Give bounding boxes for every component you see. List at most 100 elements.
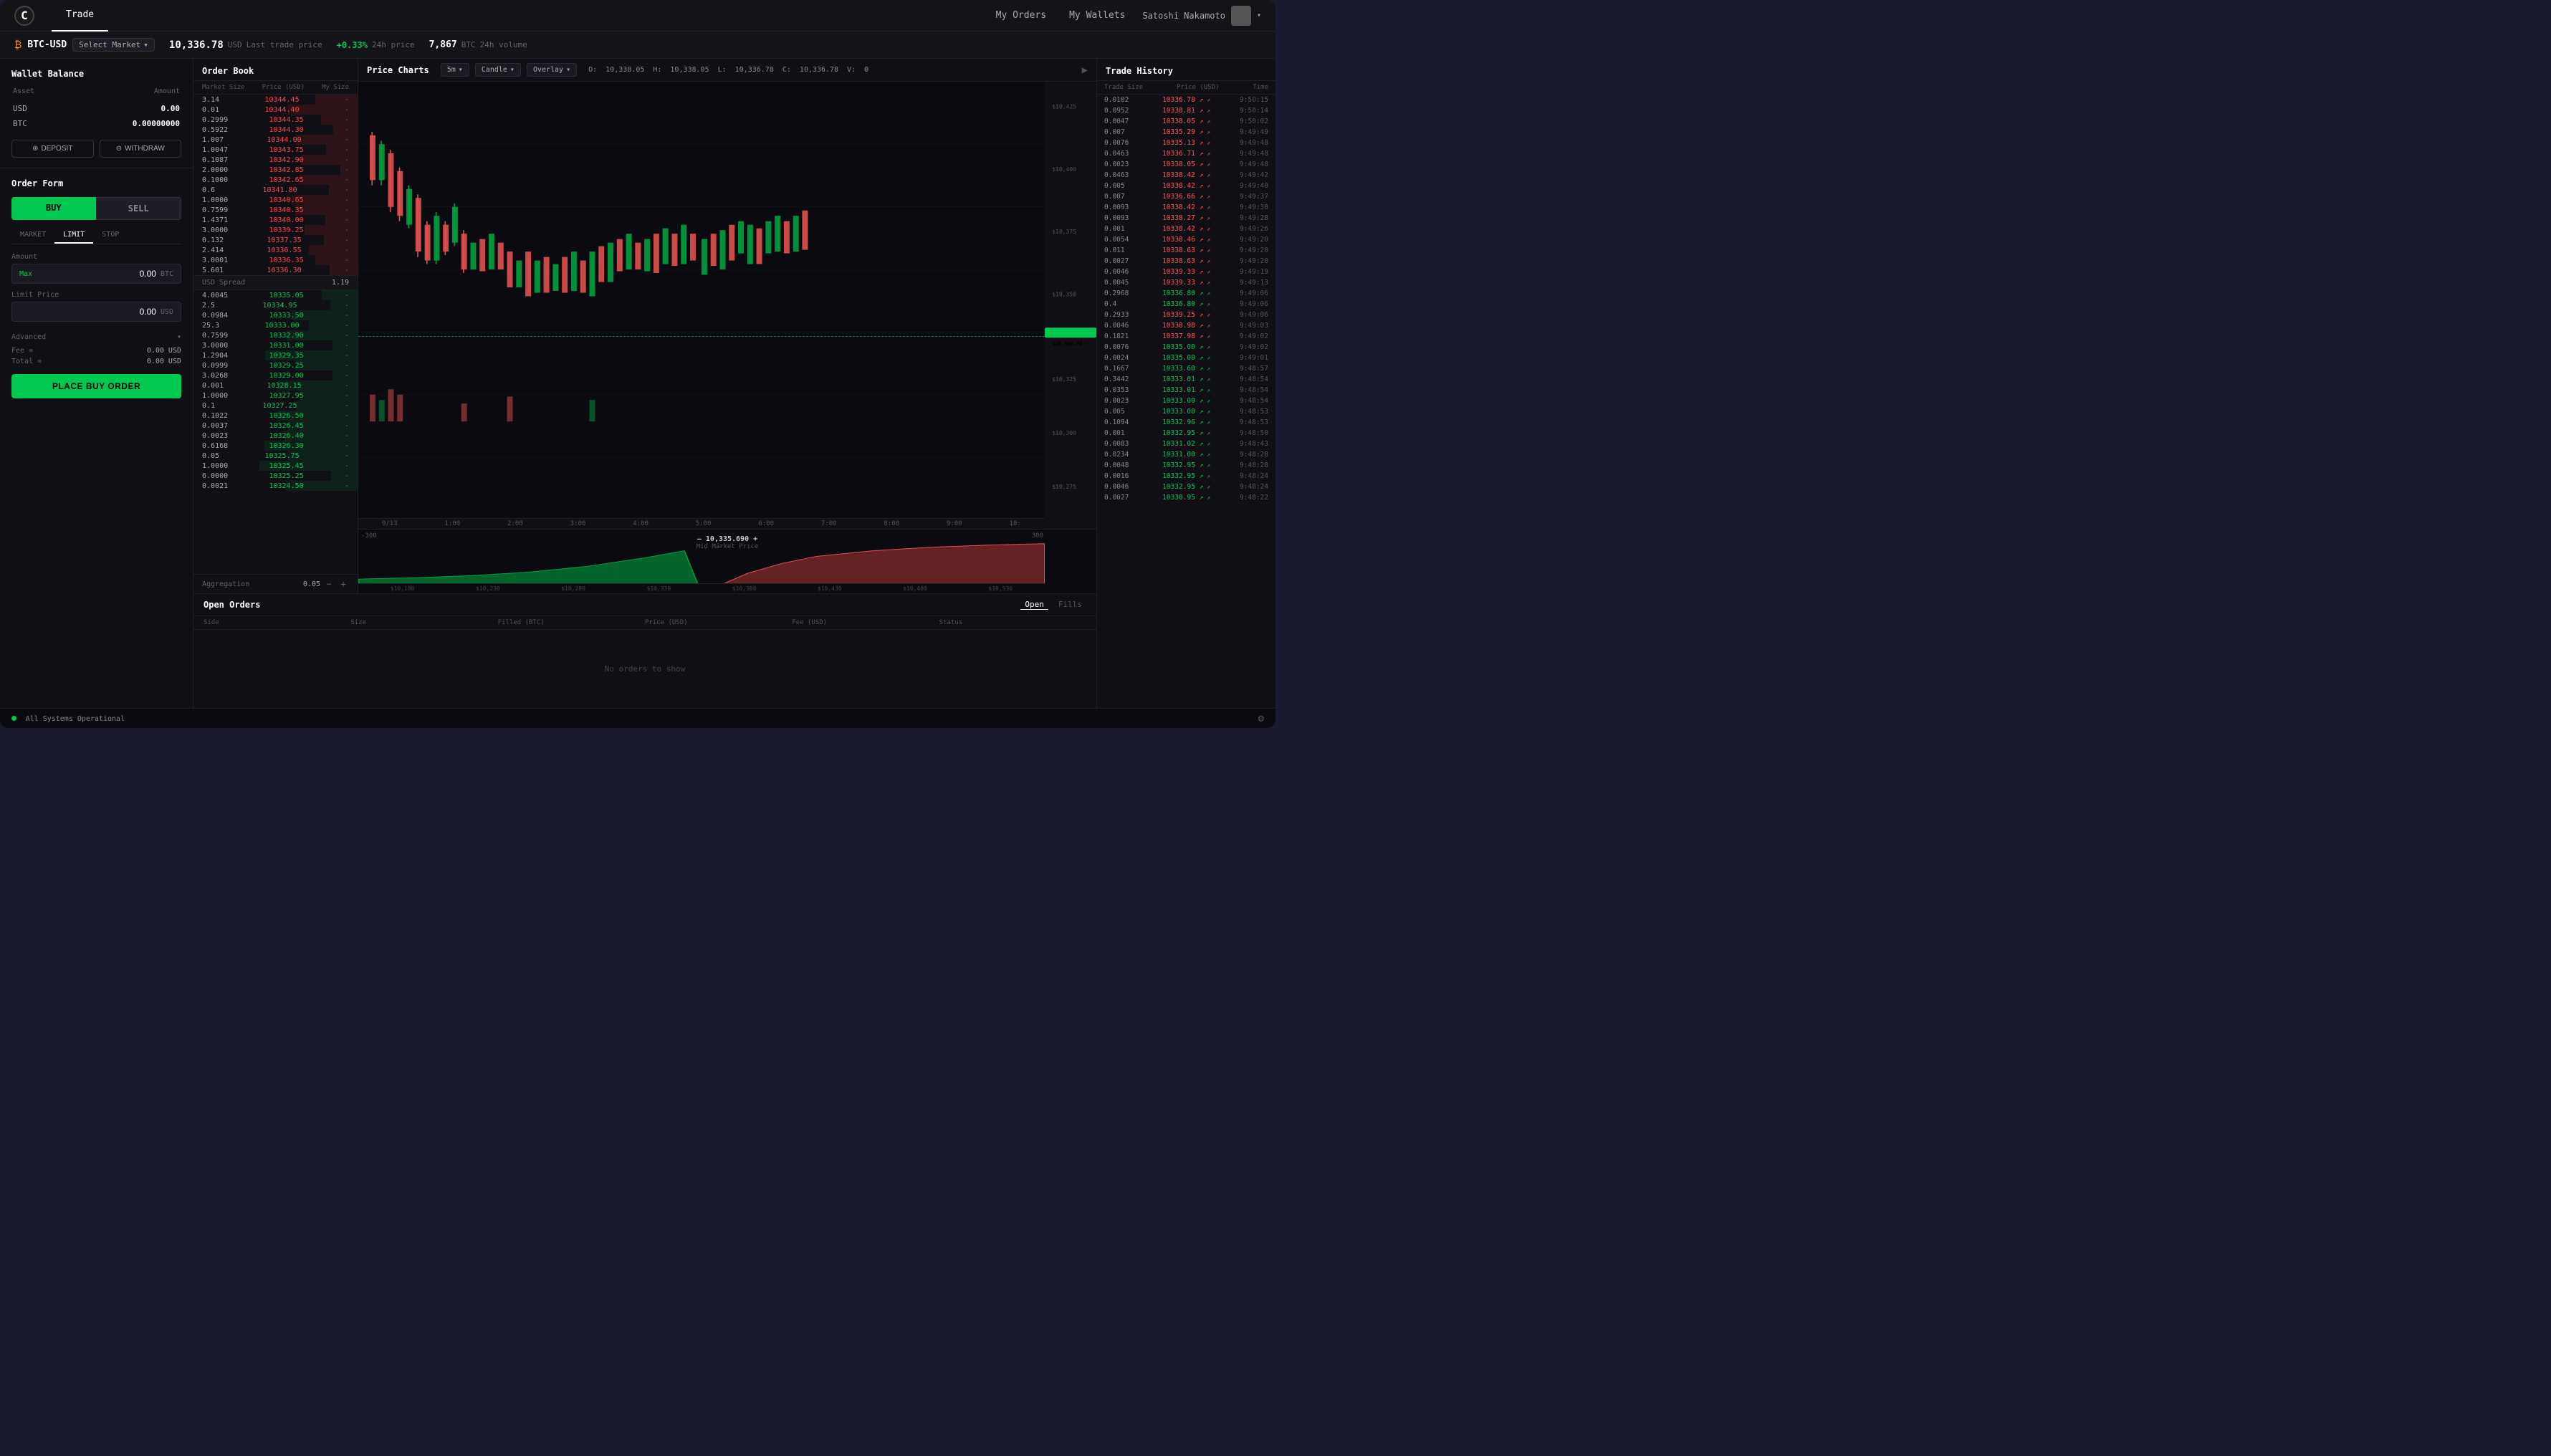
chart-type-selector[interactable]: Candle ▾ xyxy=(475,63,521,77)
ob-bid-row[interactable]: 25.3 10333.00 - xyxy=(193,320,358,330)
btc-label: BTC xyxy=(13,119,27,128)
total-value: 0.00 USD xyxy=(147,358,181,365)
agg-value: 0.05 xyxy=(303,580,320,588)
trade-history-row: 0.001 10332.95 ↗ 9:48:50 xyxy=(1097,428,1276,439)
app-logo[interactable]: C xyxy=(14,6,34,26)
ob-ask-row[interactable]: 0.1087 10342.90 - xyxy=(193,155,358,165)
tab-open[interactable]: Open xyxy=(1020,600,1048,610)
deposit-button[interactable]: ⊕ DEPOSIT xyxy=(11,140,94,158)
ob-bid-row[interactable]: 3.0000 10331.00 - xyxy=(193,340,358,350)
ob-ask-row[interactable]: 0.7599 10340.35 - xyxy=(193,205,358,215)
agg-increase-button[interactable]: + xyxy=(338,579,349,589)
ob-bid-row[interactable]: 2.5 10334.95 - xyxy=(193,300,358,310)
tab-stop[interactable]: STOP xyxy=(93,227,128,244)
ob-bid-row[interactable]: 3.0268 10329.00 - xyxy=(193,370,358,380)
overlay-selector[interactable]: Overlay ▾ xyxy=(527,63,577,77)
ob-bid-row[interactable]: 0.0999 10329.25 - xyxy=(193,360,358,370)
ob-ask-row[interactable]: 0.132 10337.35 - xyxy=(193,235,358,245)
buy-sell-tabs: BUY SELL xyxy=(11,197,181,220)
place-order-button[interactable]: PLACE BUY ORDER xyxy=(11,374,181,398)
th-col-price: Price (USD) xyxy=(1177,84,1220,91)
ob-ask-row[interactable]: 1.0047 10343.75 - xyxy=(193,145,358,155)
ob-bid-row[interactable]: 0.1022 10326.50 - xyxy=(193,411,358,421)
ob-bid-row[interactable]: 0.7599 10332.90 - xyxy=(193,330,358,340)
time-tick-1: 1:00 xyxy=(445,520,461,527)
ob-ask-row[interactable]: 0.6 10341.80 - xyxy=(193,185,358,195)
trade-history-row: 0.0463 10338.42 ↗ 9:49:42 xyxy=(1097,170,1276,181)
trade-history-row: 0.1821 10337.98 ↗ 9:49:02 xyxy=(1097,331,1276,342)
ob-ask-row[interactable]: 0.5922 10344.30 - xyxy=(193,125,358,135)
ob-bid-row[interactable]: 1.0000 10325.45 - xyxy=(193,461,358,471)
limit-price-input[interactable] xyxy=(19,307,156,317)
amount-currency: BTC xyxy=(161,270,173,278)
ob-ask-row[interactable]: 0.01 10344.40 - xyxy=(193,105,358,115)
ob-bid-row[interactable]: 6.0000 10325.25 - xyxy=(193,471,358,481)
sell-tab[interactable]: SELL xyxy=(96,197,182,220)
usd-label: USD xyxy=(13,104,27,113)
ob-ask-row[interactable]: 1.007 10344.00 - xyxy=(193,135,358,145)
oo-col-filled: Filled (BTC) xyxy=(498,619,645,626)
ob-bid-row[interactable]: 0.6168 10326.30 - xyxy=(193,441,358,451)
oo-col-fee: Fee (USD) xyxy=(792,619,939,626)
timeframe-selector[interactable]: 5m ▾ xyxy=(441,63,469,77)
ob-ask-row[interactable]: 3.0001 10336.35 - xyxy=(193,255,358,265)
ob-bid-row[interactable]: 0.0023 10326.40 - xyxy=(193,431,358,441)
my-wallets-button[interactable]: My Wallets xyxy=(1063,7,1131,24)
buy-tab[interactable]: BUY xyxy=(11,197,96,220)
time-tick-2: 2:00 xyxy=(507,520,523,527)
tab-fills[interactable]: Fills xyxy=(1054,600,1086,610)
ob-ask-row[interactable]: 2.414 10336.55 - xyxy=(193,245,358,255)
agg-controls: 0.05 − + xyxy=(303,579,349,589)
ob-ask-row[interactable]: 0.2999 10344.35 - xyxy=(193,115,358,125)
ob-ask-row[interactable]: 3.14 10344.45 - xyxy=(193,95,358,105)
max-button[interactable]: Max xyxy=(19,270,32,278)
ob-bid-row[interactable]: 0.0037 10326.45 - xyxy=(193,421,358,431)
oo-tabs: Open Fills xyxy=(1020,600,1086,610)
trade-history-row: 0.3442 10333.01 ↗ 9:48:54 xyxy=(1097,374,1276,385)
ob-entries: 3.14 10344.45 - 0.01 10344.40 - 0.2999 1… xyxy=(193,95,358,574)
withdraw-button[interactable]: ⊖ WITHDRAW xyxy=(100,140,182,158)
ob-ask-row[interactable]: 2.0000 10342.85 - xyxy=(193,165,358,175)
volume-currency: BTC xyxy=(461,40,476,49)
ob-bid-row[interactable]: 4.0045 10335.05 - xyxy=(193,290,358,300)
settings-icon[interactable]: ⚙ xyxy=(1258,713,1264,724)
user-section[interactable]: Satoshi Nakamoto ▾ xyxy=(1142,6,1261,26)
depth-left-scale: -300 xyxy=(361,532,377,540)
ob-ask-row[interactable]: 0.1000 10342.65 - xyxy=(193,175,358,185)
total-row: Total = 0.00 USD xyxy=(11,356,181,367)
agg-decrease-button[interactable]: − xyxy=(323,579,335,589)
candlestick-chart[interactable]: $10,425 $10,400 $10,375 $10,350 $10,336.… xyxy=(358,82,1096,529)
tab-limit[interactable]: LIMIT xyxy=(54,227,93,244)
svg-text:$10,425: $10,425 xyxy=(1052,103,1076,110)
svg-text:$10,350: $10,350 xyxy=(1052,292,1076,298)
plus-icon: ⊕ xyxy=(32,145,38,153)
minus-icon: ⊖ xyxy=(116,145,122,153)
my-orders-button[interactable]: My Orders xyxy=(990,7,1052,24)
advanced-section[interactable]: Advanced ▾ xyxy=(11,329,181,345)
time-tick-6: 6:00 xyxy=(758,520,774,527)
tab-market[interactable]: MARKET xyxy=(11,227,54,244)
ob-bid-row[interactable]: 0.001 10328.15 - xyxy=(193,380,358,391)
trade-history-row: 0.005 10338.42 ↗ 9:49:40 xyxy=(1097,181,1276,191)
ob-ask-row[interactable]: 1.4371 10340.00 - xyxy=(193,215,358,225)
volume-stat: 7,867 BTC 24h volume xyxy=(429,39,527,50)
market-select-button[interactable]: Select Market ▾ xyxy=(72,38,155,52)
ob-bid-row[interactable]: 0.0984 10333.50 - xyxy=(193,310,358,320)
amount-input[interactable] xyxy=(37,269,156,279)
ob-bid-row[interactable]: 1.2904 10329.35 - xyxy=(193,350,358,360)
status-dot xyxy=(11,716,16,721)
chart-expand-icon[interactable]: ▶ xyxy=(1082,64,1088,76)
center-panel: Order Book Market Size Price (USD) My Si… xyxy=(193,59,1096,708)
ob-ask-row[interactable]: 3.0000 10339.25 - xyxy=(193,225,358,235)
ob-ask-row[interactable]: 5.601 10336.30 - xyxy=(193,265,358,275)
ob-bid-row[interactable]: 0.0021 10324.50 - xyxy=(193,481,358,491)
low-value: 10,336.78 xyxy=(735,66,774,74)
ob-ask-row[interactable]: 1.0000 10340.65 - xyxy=(193,195,358,205)
limit-price-currency: USD xyxy=(161,308,173,316)
ob-bid-row[interactable]: 0.05 10325.75 - xyxy=(193,451,358,461)
ob-bid-row[interactable]: 0.1 10327.25 - xyxy=(193,401,358,411)
ob-col-price: Price (USD) xyxy=(262,84,305,91)
ob-bid-row[interactable]: 1.0000 10327.95 - xyxy=(193,391,358,401)
tab-trade[interactable]: Trade xyxy=(52,0,108,32)
th-col-time: Time xyxy=(1253,84,1268,91)
